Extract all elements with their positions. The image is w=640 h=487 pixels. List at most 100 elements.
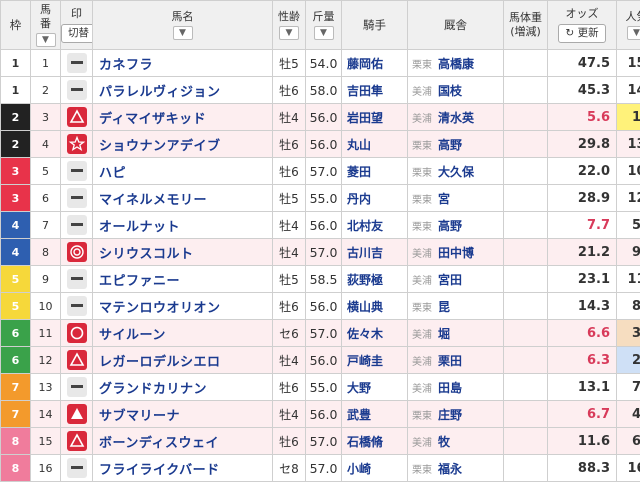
no-mark-icon[interactable] (66, 458, 87, 478)
horse-name-link[interactable]: ディマイザキッド (92, 103, 273, 131)
horse-name-link[interactable]: サイルーン (92, 319, 273, 347)
table-row[interactable]: 24 ショウナンアデイブ牡656.0丸山栗東高野 29.813 (0, 130, 640, 158)
no-mark-icon[interactable] (66, 161, 87, 181)
trainer-link[interactable]: 庄野 (438, 408, 462, 422)
table-row[interactable]: 713グランドカリナン牡655.0大野美浦田島13.17 (0, 373, 640, 401)
horse-name-link[interactable]: フライライクバード (92, 454, 273, 482)
trainer-link[interactable]: 昆 (438, 300, 450, 314)
table-row[interactable]: 714 サブマリーナ牡456.0武豊栗東庄野 6.74 (0, 400, 640, 428)
table-row[interactable]: 35 ハピ牡657.0菱田栗東大久保 22.010 (0, 157, 640, 185)
mark-cell[interactable] (60, 157, 93, 185)
star-mark-icon[interactable] (66, 134, 87, 154)
no-mark-icon[interactable] (66, 269, 87, 289)
table-row[interactable]: 48 シリウスコルト牡457.0古川吉美浦田中博 21.29 (0, 238, 640, 266)
table-row[interactable]: 816フライライクバードセ857.0小崎栗東福永88.316 (0, 454, 640, 482)
header-umaban[interactable]: 馬 番 ▼ (30, 0, 61, 50)
chevron-down-icon[interactable]: ▼ (313, 26, 334, 40)
no-mark-icon[interactable] (66, 188, 87, 208)
mark-cell[interactable] (60, 265, 93, 293)
triangle-mark-icon[interactable] (66, 431, 87, 451)
jockey-link[interactable]: 北村友 (341, 211, 408, 239)
horse-name-link[interactable]: レガーロデルシエロ (92, 346, 273, 374)
mark-cell[interactable] (60, 184, 93, 212)
triangle-mark-icon[interactable] (66, 107, 87, 127)
jockey-link[interactable]: 吉田隼 (341, 76, 408, 104)
trainer-link[interactable]: 堀 (438, 327, 450, 341)
horse-name-link[interactable]: サブマリーナ (92, 400, 273, 428)
update-odds-button[interactable]: ↻ 更新 (558, 24, 606, 43)
jockey-link[interactable]: 大野 (341, 373, 408, 401)
table-row[interactable]: 36 マイネルメモリー牡555.0丹内栗東宮 28.912 (0, 184, 640, 212)
horse-name-link[interactable]: ショウナンアデイブ (92, 130, 273, 158)
no-mark-icon[interactable] (66, 80, 87, 100)
jockey-link[interactable]: 石橋脩 (341, 427, 408, 455)
trainer-link[interactable]: 高野 (438, 138, 462, 152)
mark-cell[interactable] (60, 319, 93, 347)
trainer-link[interactable]: 牧 (438, 435, 450, 449)
trainer-link[interactable]: 宮田 (438, 273, 462, 287)
header-kinryo[interactable]: 斤量 ▼ (305, 0, 342, 50)
trainer-link[interactable]: 高橋康 (438, 57, 474, 71)
jockey-link[interactable]: 小崎 (341, 454, 408, 482)
chevron-down-icon[interactable]: ▼ (172, 26, 193, 40)
chevron-down-icon[interactable]: ▼ (626, 26, 640, 40)
mark-cell[interactable] (60, 103, 93, 131)
horse-name-link[interactable]: エピファニー (92, 265, 273, 293)
no-mark-icon[interactable] (66, 215, 87, 235)
horse-name-link[interactable]: カネフラ (92, 49, 273, 77)
trainer-link[interactable]: 栗田 (438, 354, 462, 368)
table-row[interactable]: 23 ディマイザキッド牡456.0岩田望美浦清水英 5.61 (0, 103, 640, 131)
trainer-link[interactable]: 大久保 (438, 165, 474, 179)
jockey-link[interactable]: 丸山 (341, 130, 408, 158)
trainer-link[interactable]: 福永 (438, 462, 462, 476)
table-row[interactable]: 815 ボーンディスウェイ牡657.0石橋脩美浦牧 11.66 (0, 427, 640, 455)
trainer-link[interactable]: 高野 (438, 219, 462, 233)
trainer-link[interactable]: 清水英 (438, 111, 474, 125)
horse-name-link[interactable]: グランドカリナン (92, 373, 273, 401)
no-mark-icon[interactable] (66, 377, 87, 397)
trainer-link[interactable]: 田中博 (438, 246, 474, 260)
triangle-mark-icon[interactable] (66, 350, 87, 370)
jockey-link[interactable]: 荻野極 (341, 265, 408, 293)
no-mark-icon[interactable] (66, 53, 87, 73)
mark-toggle-button[interactable]: 切替 (61, 24, 92, 43)
chevron-down-icon[interactable]: ▼ (279, 26, 299, 40)
trainer-link[interactable]: 宮 (438, 192, 450, 206)
mark-cell[interactable] (60, 373, 93, 401)
mark-cell[interactable] (60, 400, 93, 428)
jockey-link[interactable]: 戸崎圭 (341, 346, 408, 374)
table-row[interactable]: 11 カネフラ牡554.0藤岡佑栗東高橋康 47.515 (0, 49, 640, 77)
header-sex-age[interactable]: 性齢 ▼ (272, 0, 306, 50)
jockey-link[interactable]: 武豊 (341, 400, 408, 428)
table-row[interactable]: 12 パラレルヴィジョン牡658.0吉田隼美浦国枝 45.314 (0, 76, 640, 104)
jockey-link[interactable]: 丹内 (341, 184, 408, 212)
horse-name-link[interactable]: マテンロウオリオン (92, 292, 273, 320)
horse-name-link[interactable]: オールナット (92, 211, 273, 239)
horse-name-link[interactable]: シリウスコルト (92, 238, 273, 266)
jockey-link[interactable]: 佐々木 (341, 319, 408, 347)
mark-cell[interactable] (60, 76, 93, 104)
table-row[interactable]: 47 オールナット牡456.0北村友栗東高野 7.75 (0, 211, 640, 239)
horse-name-link[interactable]: パラレルヴィジョン (92, 76, 273, 104)
mark-cell[interactable] (60, 49, 93, 77)
jockey-link[interactable]: 古川吉 (341, 238, 408, 266)
mark-cell[interactable] (60, 427, 93, 455)
mark-cell[interactable] (60, 238, 93, 266)
mark-cell[interactable] (60, 211, 93, 239)
mark-cell[interactable] (60, 454, 93, 482)
horse-name-link[interactable]: ハピ (92, 157, 273, 185)
filled-triangle-mark-icon[interactable] (66, 404, 87, 424)
table-row[interactable]: 612 レガーロデルシエロ牡456.0戸崎圭美浦栗田 6.32 (0, 346, 640, 374)
circle-mark-icon[interactable] (66, 323, 87, 343)
chevron-down-icon[interactable]: ▼ (35, 33, 56, 47)
table-row[interactable]: 611 サイルーンセ657.0佐々木美浦堀 6.63 (0, 319, 640, 347)
double-circle-mark-icon[interactable] (66, 242, 87, 262)
trainer-link[interactable]: 田島 (438, 381, 462, 395)
jockey-link[interactable]: 菱田 (341, 157, 408, 185)
table-row[interactable]: 510 マテンロウオリオン牡656.0横山典栗東昆 14.38 (0, 292, 640, 320)
mark-cell[interactable] (60, 130, 93, 158)
jockey-link[interactable]: 藤岡佑 (341, 49, 408, 77)
trainer-link[interactable]: 国枝 (438, 84, 462, 98)
header-name[interactable]: 馬名 ▼ (92, 0, 273, 50)
jockey-link[interactable]: 岩田望 (341, 103, 408, 131)
